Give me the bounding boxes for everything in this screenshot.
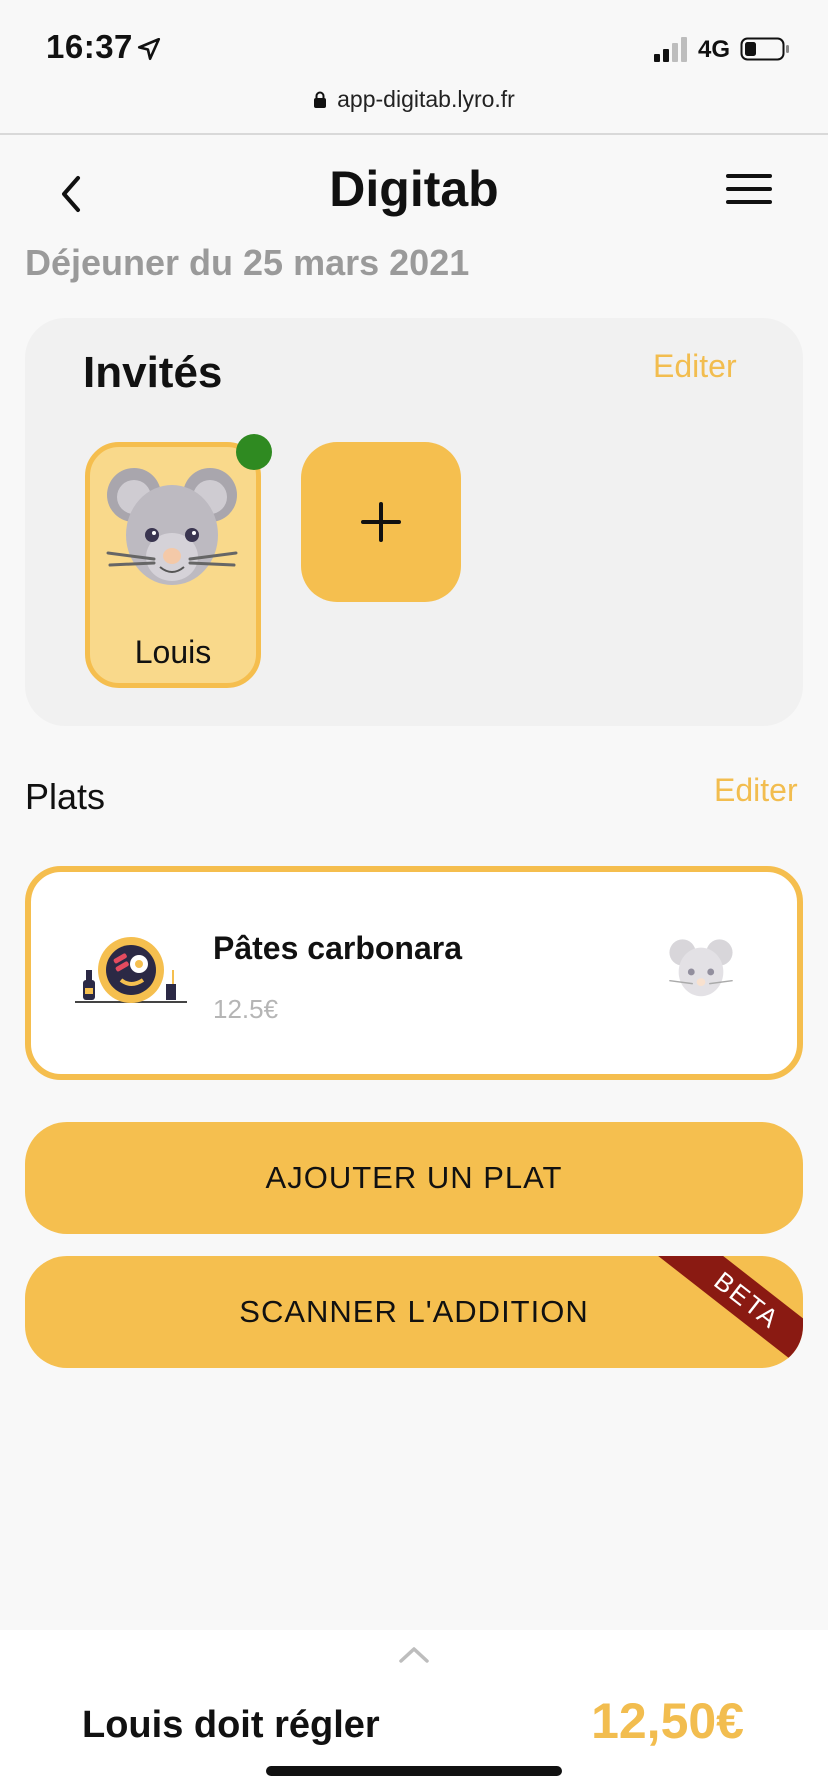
hamburger-menu-icon[interactable]	[726, 174, 772, 210]
status-time: 16:37	[46, 28, 133, 65]
dish-illustration-icon	[75, 937, 187, 1003]
dish-price: 12.5€	[213, 994, 279, 1024]
guest-name: Louis	[134, 634, 212, 670]
plates-title: Plats	[25, 776, 106, 817]
amount-owed-label: Louis doit régler	[82, 1704, 380, 1746]
add-dish-button[interactable]: AJOUTER UN PLAT	[25, 1122, 803, 1234]
amount-owed-value: 12,50€	[591, 1693, 744, 1749]
location-arrow-icon	[137, 37, 161, 61]
battery-icon	[740, 37, 789, 61]
edit-plates-link[interactable]: Editer	[714, 772, 798, 809]
divider	[0, 133, 828, 135]
dish-name: Pâtes carbonara	[213, 930, 463, 966]
network-type: 4G	[698, 36, 731, 63]
scan-bill-button[interactable]: SCANNER L'ADDITION BETA	[25, 1256, 803, 1368]
mouse-icon	[669, 939, 733, 997]
meal-subtitle: Déjeuner du 25 mars 2021	[25, 242, 470, 283]
status-bar: 16:37 4G	[0, 0, 828, 96]
edit-guests-link[interactable]: Editer	[653, 348, 737, 385]
scan-bill-label: SCANNER L'ADDITION	[239, 1294, 589, 1329]
add-guest-button[interactable]	[301, 442, 461, 602]
signal-icon	[654, 37, 687, 62]
guest-card-louis[interactable]: Louis	[85, 442, 261, 688]
mouse-icon	[106, 468, 238, 585]
chevron-up-icon[interactable]	[398, 1644, 430, 1664]
lock-icon	[314, 91, 327, 108]
guests-title: Invités	[83, 348, 223, 397]
url-bar[interactable]: app-digitab.lyro.fr	[0, 86, 828, 113]
url-text: app-digitab.lyro.fr	[337, 86, 515, 112]
plus-icon	[361, 502, 401, 542]
online-status-indicator	[236, 434, 272, 470]
dish-card[interactable]: Pâtes carbonara 12.5€	[25, 866, 803, 1080]
home-indicator	[266, 1766, 562, 1776]
page-title: Digitab	[329, 161, 499, 217]
guests-section: Invités Editer Louis	[25, 318, 803, 726]
payment-summary-sheet: Louis doit régler 12,50€	[0, 1630, 828, 1792]
beta-badge: BETA	[648, 1256, 803, 1368]
